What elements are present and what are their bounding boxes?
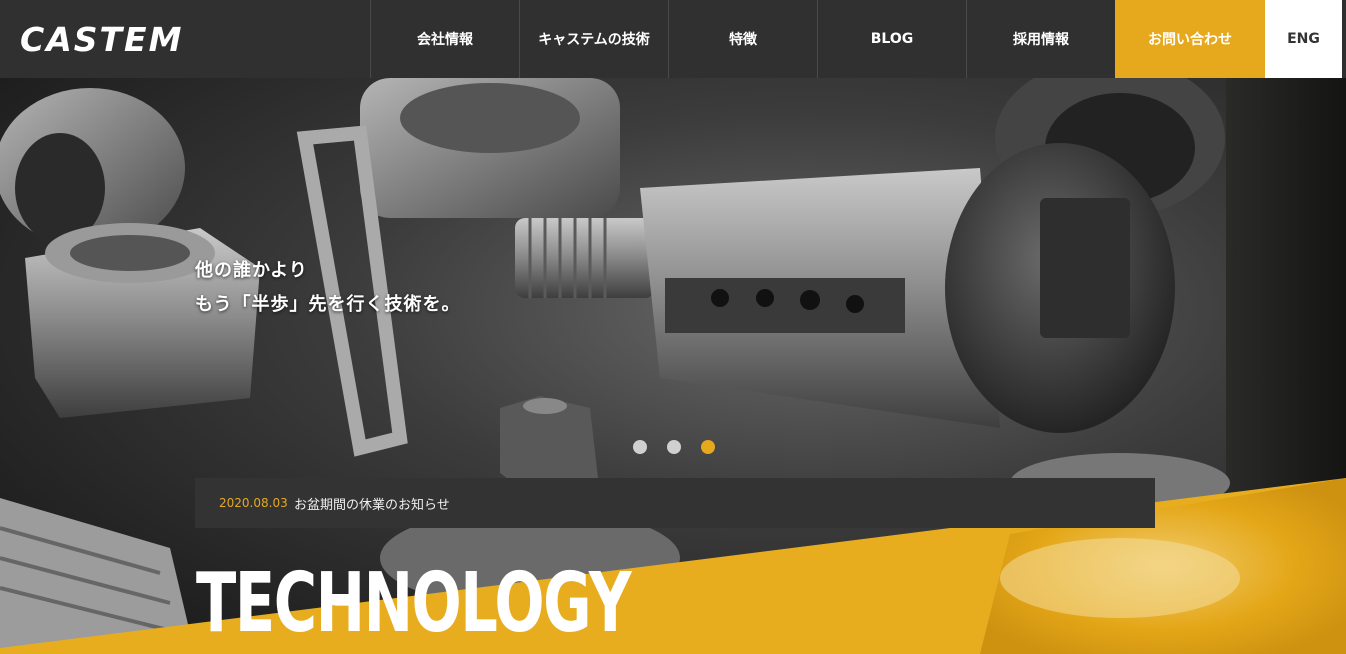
logo[interactable]: CASTEM <box>0 0 370 78</box>
section-heading: TECHNOLOGY <box>196 556 632 651</box>
hero-tagline: 他の誰かより もう「半歩」先を行く技術を。 <box>195 254 460 322</box>
logo-text: CASTEM <box>20 19 184 59</box>
slider-dot-2[interactable] <box>667 440 681 454</box>
news-date: 2020.08.03 <box>219 496 288 510</box>
news-title[interactable]: お盆期間の休業のお知らせ <box>294 494 450 513</box>
slider-dot-1[interactable] <box>633 440 647 454</box>
nav-item-recruit[interactable]: 採用情報 <box>966 0 1115 78</box>
tagline-line-2: もう「半歩」先を行く技術を。 <box>195 294 461 315</box>
main-nav: 会社情報 キャステムの技術 特徴 BLOG 採用情報 お問い合わせ ENG <box>370 0 1342 78</box>
contact-button[interactable]: お問い合わせ <box>1115 0 1265 78</box>
nav-item-blog[interactable]: BLOG <box>817 0 966 78</box>
nav-item-technology[interactable]: キャステムの技術 <box>519 0 668 78</box>
slider-dot-3[interactable] <box>701 440 715 454</box>
tagline-line-1: 他の誰かより <box>195 260 308 281</box>
news-ticker[interactable]: 2020.08.03 お盆期間の休業のお知らせ <box>195 478 1155 528</box>
nav-item-features[interactable]: 特徴 <box>668 0 817 78</box>
hero-slider: 他の誰かより もう「半歩」先を行く技術を。 2020.08.03 お盆期間の休業… <box>0 78 1346 654</box>
nav-item-company[interactable]: 会社情報 <box>370 0 519 78</box>
language-switch-button[interactable]: ENG <box>1265 0 1342 78</box>
slider-dots <box>633 440 715 454</box>
site-header: CASTEM 会社情報 キャステムの技術 特徴 BLOG 採用情報 お問い合わせ… <box>0 0 1346 78</box>
